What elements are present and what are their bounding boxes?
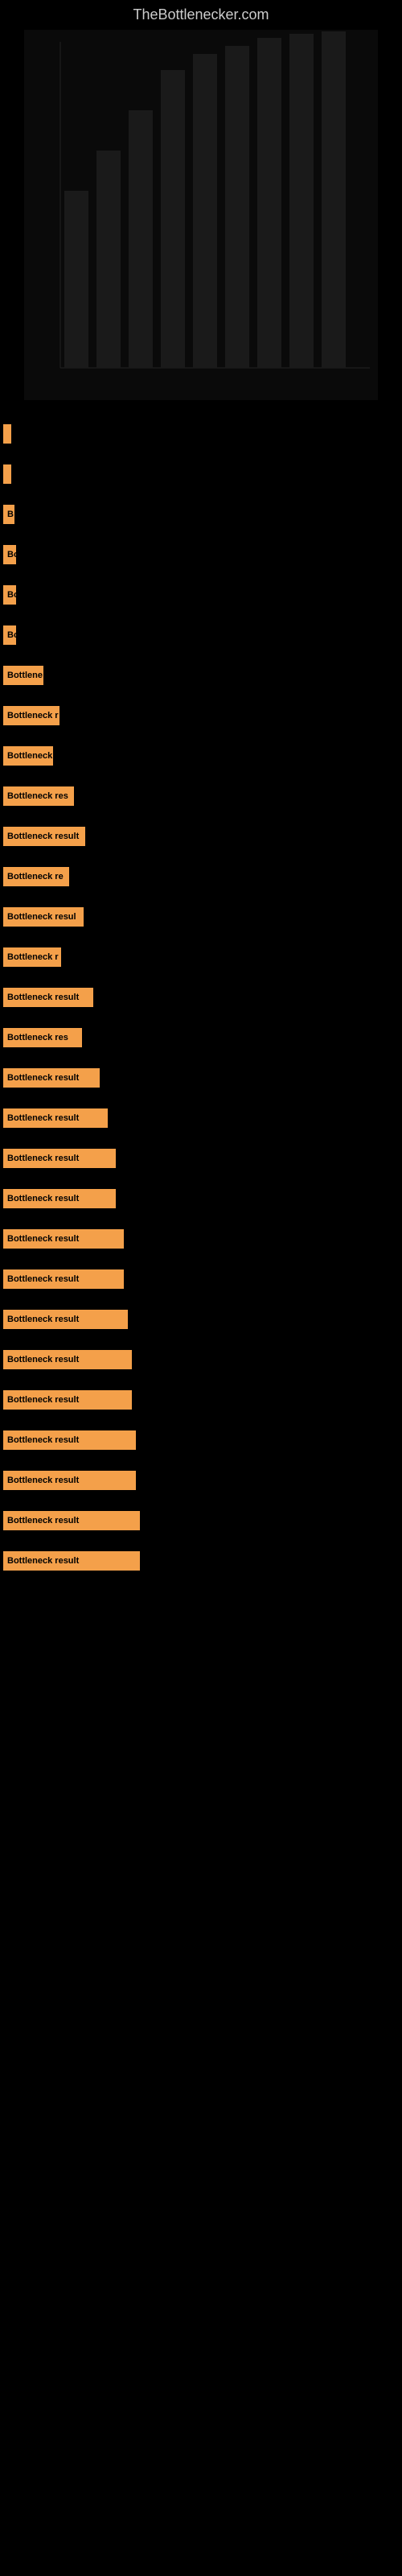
- result-row: Bottleneck result: [0, 1149, 402, 1168]
- bottleneck-result-bar: Bottleneck result: [3, 1350, 132, 1369]
- result-row: Bottleneck result: [0, 1551, 402, 1571]
- result-row: Bottleneck result: [0, 1108, 402, 1128]
- result-row: Bottleneck: [0, 746, 402, 766]
- bottleneck-result-bar: Bottleneck result: [3, 988, 93, 1007]
- result-row: Bottleneck resul: [0, 907, 402, 927]
- result-row: Bottleneck re: [0, 867, 402, 886]
- bottleneck-result-bar: Bo: [3, 585, 16, 605]
- bottleneck-result-bar: Bottleneck result: [3, 1430, 136, 1450]
- result-row: Bottleneck result: [0, 1068, 402, 1088]
- result-row: Bo: [0, 585, 402, 605]
- result-row: Bottleneck r: [0, 947, 402, 967]
- result-row: Bottleneck result: [0, 1229, 402, 1249]
- bottleneck-result-bar: Bo: [3, 625, 16, 645]
- result-row: Bottleneck result: [0, 1511, 402, 1530]
- bottleneck-result-bar: Bo: [3, 545, 16, 564]
- bottleneck-result-bar: Bottleneck result: [3, 827, 85, 846]
- bottleneck-result-bar: Bottleneck re: [3, 867, 69, 886]
- result-row: Bottleneck res: [0, 786, 402, 806]
- result-row: Bottleneck result: [0, 1269, 402, 1289]
- result-row: Bottleneck result: [0, 1471, 402, 1490]
- result-row: Bottleneck result: [0, 1350, 402, 1369]
- chart-svg: [24, 30, 378, 400]
- bottleneck-result-bar: Bottlene: [3, 666, 43, 685]
- bottleneck-result-bar: [3, 464, 11, 484]
- bottleneck-result-bar: Bottleneck result: [3, 1229, 124, 1249]
- bottleneck-result-bar: Bottleneck r: [3, 947, 61, 967]
- result-row: B: [0, 505, 402, 524]
- result-row: Bottleneck result: [0, 827, 402, 846]
- result-row: [0, 424, 402, 444]
- bottleneck-result-bar: Bottleneck result: [3, 1310, 128, 1329]
- bottleneck-result-bar: Bottleneck result: [3, 1511, 140, 1530]
- bottleneck-result-bar: [3, 424, 11, 444]
- bottleneck-result-bar: Bottleneck result: [3, 1269, 124, 1289]
- result-row: Bo: [0, 625, 402, 645]
- chart-area: [0, 30, 402, 416]
- bottleneck-result-bar: Bottleneck result: [3, 1189, 116, 1208]
- bottleneck-result-bar: Bottleneck resul: [3, 907, 84, 927]
- bottleneck-result-bar: Bottleneck result: [3, 1390, 132, 1410]
- result-row: Bottleneck result: [0, 1390, 402, 1410]
- bottleneck-result-bar: Bottleneck r: [3, 706, 59, 725]
- result-row: Bo: [0, 545, 402, 564]
- bottleneck-result-bar: Bottleneck: [3, 746, 53, 766]
- chart-inner: [24, 30, 378, 400]
- result-row: Bottlene: [0, 666, 402, 685]
- site-title: TheBottlenecker.com: [0, 0, 402, 30]
- result-row: Bottleneck result: [0, 1430, 402, 1450]
- bottleneck-result-bar: Bottleneck res: [3, 786, 74, 806]
- result-row: Bottleneck result: [0, 988, 402, 1007]
- bottleneck-result-bar: Bottleneck result: [3, 1551, 140, 1571]
- bottleneck-result-bar: Bottleneck res: [3, 1028, 82, 1047]
- bottleneck-result-bar: Bottleneck result: [3, 1471, 136, 1490]
- result-row: [0, 464, 402, 484]
- bottleneck-result-bar: Bottleneck result: [3, 1068, 100, 1088]
- result-row: Bottleneck r: [0, 706, 402, 725]
- bottleneck-result-bar: B: [3, 505, 14, 524]
- result-row: Bottleneck result: [0, 1310, 402, 1329]
- bottleneck-result-bar: Bottleneck result: [3, 1108, 108, 1128]
- result-row: Bottleneck res: [0, 1028, 402, 1047]
- results-section: B Bo Bo Bo Bottlene Bottleneck r Bottlen…: [0, 416, 402, 1583]
- result-row: Bottleneck result: [0, 1189, 402, 1208]
- bottleneck-result-bar: Bottleneck result: [3, 1149, 116, 1168]
